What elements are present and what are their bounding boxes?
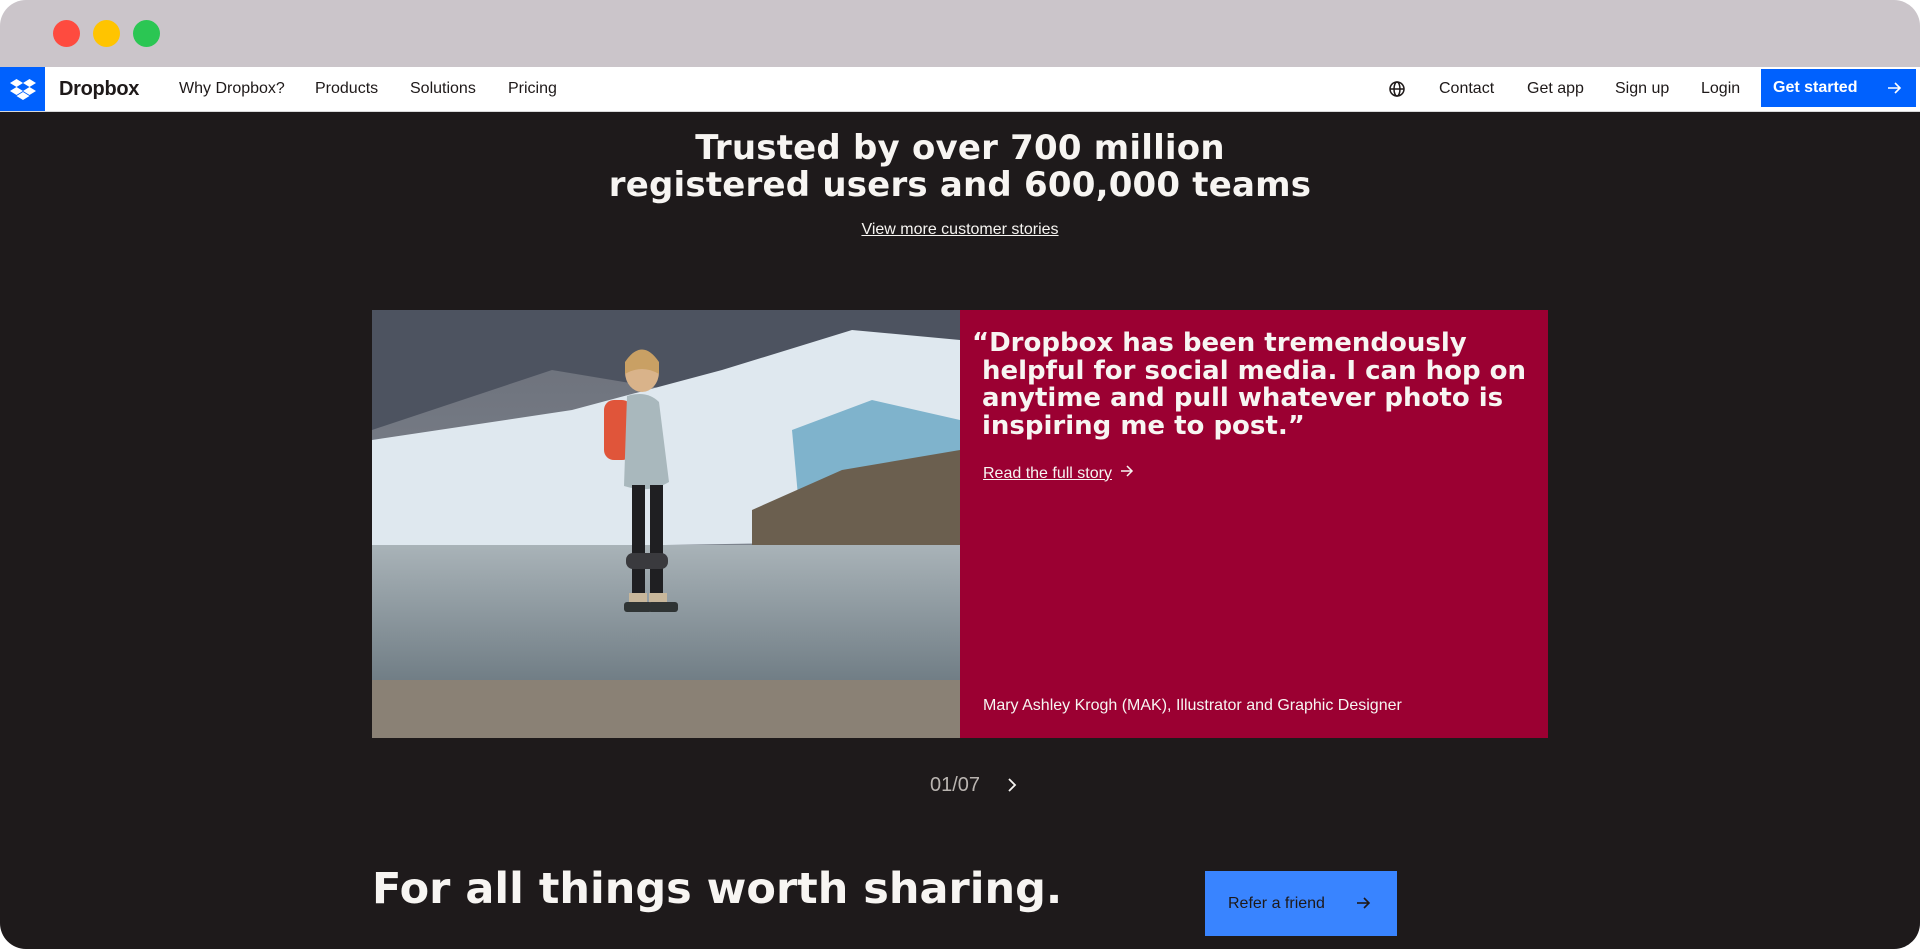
- testimonial-photo: [372, 310, 960, 738]
- nav-login[interactable]: Login: [1701, 67, 1740, 111]
- minimize-window-button[interactable]: [93, 20, 120, 47]
- brand-name[interactable]: Dropbox: [59, 67, 139, 111]
- testimonial-quote-panel: “Dropbox has been tremendously helpful f…: [960, 310, 1548, 738]
- quote-line-2: helpful for social media. I can hop on: [982, 355, 1527, 386]
- arrow-right-icon: [1355, 895, 1371, 916]
- nav-sign-up[interactable]: Sign up: [1615, 67, 1669, 111]
- chevron-right-icon[interactable]: [1002, 775, 1022, 795]
- nav-why-dropbox[interactable]: Why Dropbox?: [179, 67, 285, 111]
- get-started-label: Get started: [1773, 79, 1858, 96]
- hero-title-line-2: registered users and 600,000 teams: [608, 165, 1312, 205]
- hero-title-line-1: Trusted by over 700 million: [695, 128, 1225, 168]
- refer-a-friend-button[interactable]: Refer a friend: [1205, 871, 1397, 936]
- carousel-counter: 01/07: [930, 773, 981, 796]
- nav-get-app[interactable]: Get app: [1527, 67, 1584, 111]
- arrow-right-icon: [1120, 464, 1134, 483]
- read-full-story-label: Read the full story: [983, 464, 1112, 482]
- refer-a-friend-label: Refer a friend: [1228, 894, 1325, 912]
- testimonial-quote: “Dropbox has been tremendously helpful f…: [972, 328, 1532, 441]
- nav-contact[interactable]: Contact: [1439, 67, 1494, 111]
- browser-window: Dropbox Why Dropbox? Products Solutions …: [0, 0, 1920, 949]
- testimonial-attribution: Mary Ashley Krogh (MAK), Illustrator and…: [983, 697, 1402, 714]
- top-navigation: Dropbox Why Dropbox? Products Solutions …: [0, 67, 1920, 112]
- nav-pricing[interactable]: Pricing: [508, 67, 557, 111]
- arrow-right-icon: [1886, 80, 1902, 101]
- quote-line-4: inspiring me to post.”: [982, 410, 1305, 441]
- hero-title: Trusted by over 700 million registered u…: [460, 130, 1460, 204]
- maximize-window-button[interactable]: [133, 20, 160, 47]
- globe-icon[interactable]: [1387, 79, 1407, 99]
- page-content: Dropbox Why Dropbox? Products Solutions …: [0, 67, 1920, 949]
- nav-solutions[interactable]: Solutions: [410, 67, 476, 111]
- testimonial-card: “Dropbox has been tremendously helpful f…: [372, 310, 1548, 738]
- quote-line-1: “Dropbox has been tremendously: [972, 328, 1467, 358]
- quote-line-3: anytime and pull whatever photo is: [982, 383, 1504, 413]
- nav-products[interactable]: Products: [315, 67, 378, 111]
- dropbox-logo-icon[interactable]: [0, 67, 45, 111]
- customer-stories-link[interactable]: View more customer stories: [760, 221, 1160, 239]
- sharing-headline: For all things worth sharing.: [372, 864, 1063, 914]
- get-started-button[interactable]: Get started: [1761, 69, 1916, 107]
- read-full-story-link[interactable]: Read the full story: [983, 464, 1134, 483]
- window-titlebar: [0, 0, 1920, 67]
- carousel-pager: 01/07: [930, 770, 1022, 800]
- close-window-button[interactable]: [53, 20, 80, 47]
